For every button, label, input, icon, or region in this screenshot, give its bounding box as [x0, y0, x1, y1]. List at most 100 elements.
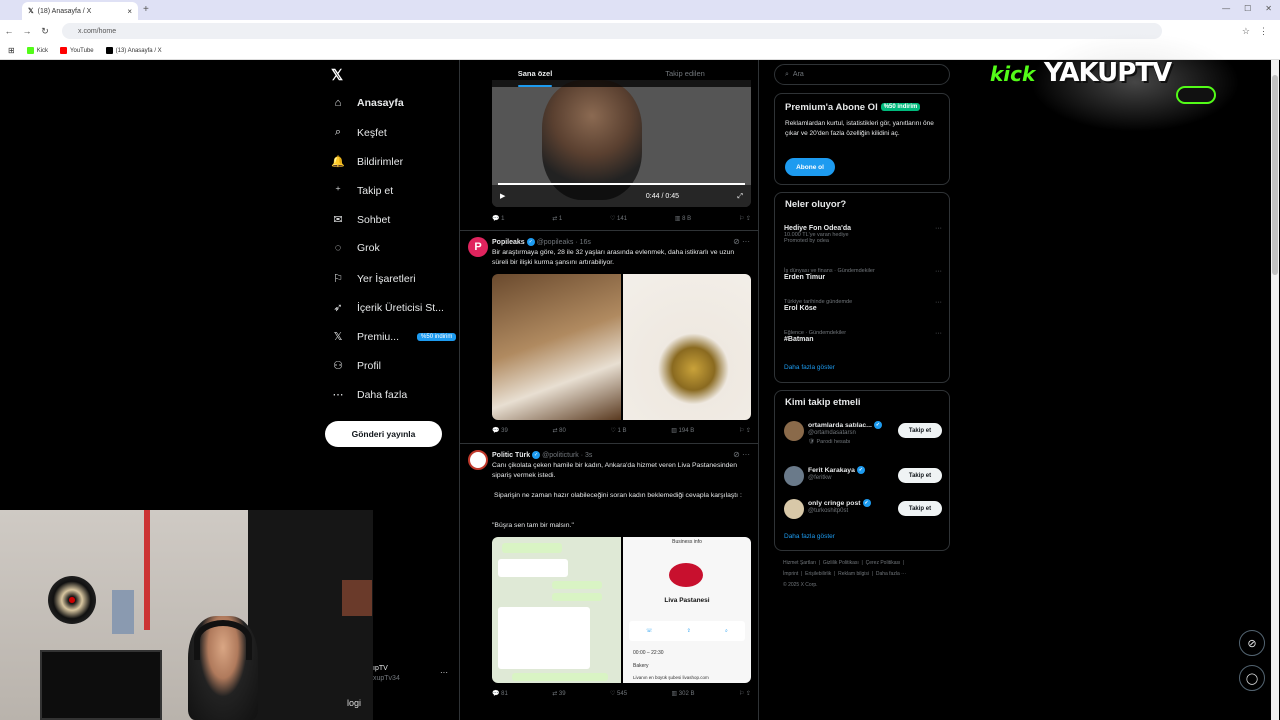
bookmark-youtube[interactable]: YouTube [60, 47, 94, 54]
follow-suggestion[interactable]: only cringe post ✓ @turkoshitp0st Takip e… [784, 497, 942, 527]
nav-item-5[interactable]: ◌ Grok [331, 242, 380, 254]
nav-item-4[interactable]: ✉ Sohbet [331, 213, 390, 227]
play-icon[interactable]: ▶ [500, 192, 505, 200]
avatar[interactable] [468, 450, 488, 470]
like-button[interactable]: ♡ 141 [610, 215, 627, 222]
more-icon[interactable]: ··· [935, 268, 942, 275]
show-more-link[interactable]: Daha fazla göster [784, 364, 835, 371]
footer-link[interactable]: Çerez Politikası [866, 560, 901, 566]
more-icon[interactable]: ⊘ ··· [733, 450, 750, 459]
nav-item-2[interactable]: 🔔 Bildirimler [331, 155, 403, 169]
footer-link[interactable]: İmprint [783, 571, 798, 577]
like-button[interactable]: ♡ 545 [610, 690, 627, 697]
search-input[interactable]: ⌕ Ara [774, 64, 950, 85]
footer-link[interactable]: Gizlilik Politikası [823, 560, 859, 566]
like-button[interactable]: ♡ 1 B [611, 427, 627, 434]
more-icon[interactable]: ⊘ ··· [733, 237, 750, 246]
scrollbar-thumb[interactable] [1272, 75, 1278, 275]
repost-button[interactable]: ⇄ 1 [552, 215, 562, 222]
trend-item[interactable]: Eğlence · Gündemdekiler #Batman ··· [784, 330, 942, 343]
follow-suggestion[interactable]: Ferit Karakaya ✓ @feritkw Takip et [784, 464, 942, 494]
close-window-icon[interactable]: ✕ [1265, 4, 1272, 13]
trend-item[interactable]: Hediye Fon Odea'da 10.000 TL'ye varan he… [784, 225, 942, 244]
nav-item-6[interactable]: ⚐ Yer İşaretleri [331, 272, 416, 286]
menu-icon[interactable]: ⋮ [1259, 26, 1268, 37]
fullscreen-icon[interactable]: ⤢ [737, 193, 743, 201]
maximize-icon[interactable]: ☐ [1244, 4, 1251, 13]
tweet-popileaks[interactable]: P Popileaks ✓ @popileaks · 16s ⊘ ··· Bir a… [460, 237, 758, 442]
tweet-images[interactable] [492, 274, 751, 420]
tweet-images[interactable]: Business info Liva Pastanesi ☏ ⇪ ⌕ 00:00 –… [492, 537, 751, 683]
reload-icon[interactable]: ↻ [36, 26, 54, 37]
apps-icon[interactable]: ⊞ [8, 46, 15, 55]
author-name[interactable]: Politic Türk [492, 452, 530, 459]
chat-screenshot[interactable] [492, 537, 621, 683]
show-more-link[interactable]: Daha fazla göster [784, 533, 835, 540]
search-icon[interactable]: ⌕ [725, 628, 728, 634]
messages-icon[interactable]: ◯ [1239, 665, 1265, 691]
more-icon[interactable]: ··· [935, 299, 942, 306]
footer-link[interactable]: Reklam bilgisi [838, 571, 869, 577]
trend-item[interactable]: Türkiye tarihinde gündemde Erol Köse ··· [784, 299, 942, 312]
audio-icon[interactable]: ☏ [646, 628, 652, 634]
follow-button[interactable]: Takip et [898, 468, 942, 483]
account-more-icon[interactable]: ··· [440, 668, 448, 677]
footer-link[interactable]: Daha fazla ··· [876, 571, 906, 577]
nav-item-8[interactable]: 𝕏 Premiu... %50 indirim [331, 330, 457, 343]
more-icon[interactable]: ··· [935, 330, 942, 337]
rings-photo[interactable] [623, 274, 751, 420]
account-switcher[interactable]: ıpTV xupTv34 [373, 664, 400, 684]
follow-suggestion[interactable]: ortamlarda satılac... ✓ @ortamdasatarsn 🛡… [784, 419, 942, 449]
follow-button[interactable]: Takip et [898, 501, 942, 516]
post-button[interactable]: Gönderi yayınla [325, 421, 442, 447]
nav-item-0[interactable]: ⌂ Anasayfa [331, 97, 404, 109]
follow-button[interactable]: Takip et [898, 423, 942, 438]
tweet-politicturk[interactable]: Politic Türk ✓ @politicturk · 3s ⊘ ··· Can… [460, 450, 758, 720]
back-icon[interactable]: ← [0, 26, 18, 36]
forward-icon[interactable]: → [18, 26, 36, 36]
business-info-screenshot[interactable]: Business info Liva Pastanesi ☏ ⇪ ⌕ 00:00 –… [623, 537, 751, 683]
repost-button[interactable]: ⇄ 80 [552, 427, 565, 434]
reply-button[interactable]: 💬 1 [492, 215, 504, 222]
trend-item[interactable]: İş dünyası ve finans · Gündemdekiler Erd… [784, 268, 942, 281]
nav-item-9[interactable]: ⚇ Profil [331, 359, 381, 373]
bookmark-x[interactable]: (13) Anasayfa / X [105, 47, 162, 54]
nav-item-1[interactable]: ⌕ Keşfet [331, 126, 387, 139]
subscribe-button[interactable]: Abone ol [785, 158, 835, 176]
nav-item-7[interactable]: ➶ İçerik Üreticisi St... [331, 301, 444, 315]
avatar[interactable] [784, 466, 804, 486]
more-icon[interactable]: ··· [935, 225, 942, 232]
tab-following[interactable]: Takip edilen [610, 60, 758, 87]
author-name[interactable]: Popileaks [492, 239, 525, 246]
bookmark-kick[interactable]: Kick [26, 47, 48, 54]
reply-button[interactable]: 💬 39 [492, 427, 508, 434]
repost-button[interactable]: ⇄ 39 [552, 690, 565, 697]
bookmark-icon[interactable]: ⚐ ⇪ [739, 690, 751, 697]
avatar[interactable] [784, 499, 804, 519]
nav-item-3[interactable]: ⁺ Takip et [331, 184, 393, 198]
x-logo-icon[interactable]: 𝕏 [331, 66, 343, 84]
bookmark-icon[interactable]: ⚐ ⇪ [739, 215, 751, 222]
footer-link[interactable]: Hizmet Şartları [783, 560, 816, 566]
browser-tab[interactable]: 𝕏 (18) Anasayfa / X × [22, 2, 138, 20]
avatar[interactable]: P [468, 237, 488, 257]
video-player[interactable]: ▶ 0:44 / 0:45 ⤢ [492, 80, 751, 207]
wedding-photo[interactable] [492, 274, 621, 420]
new-tab-button[interactable]: + [143, 4, 149, 15]
minimize-icon[interactable]: — [1222, 4, 1230, 13]
views-button[interactable]: ▥ 194 B [671, 427, 694, 434]
avatar[interactable] [784, 421, 804, 441]
share-icon[interactable]: ⇪ [687, 628, 691, 634]
views-button[interactable]: ▥ 8 B [675, 215, 691, 222]
premium-title: Premium'a Abone Ol %50 indirim [785, 102, 921, 113]
views-button[interactable]: ▥ 302 B [671, 690, 694, 697]
nav-item-10[interactable]: ⋯ Daha fazla [331, 388, 408, 402]
close-tab-icon[interactable]: × [127, 7, 132, 16]
bookmark-icon[interactable]: ⚐ ⇪ [739, 427, 751, 434]
reply-button[interactable]: 💬 81 [492, 690, 508, 697]
tab-for-you[interactable]: Sana özel [460, 60, 610, 87]
footer-link[interactable]: Erişilebilirlik [805, 571, 831, 577]
grok-icon[interactable]: ⊘ [1239, 630, 1265, 656]
suggestion-name: only cringe post ✓ [808, 499, 871, 507]
kick-favicon-icon [26, 47, 34, 54]
